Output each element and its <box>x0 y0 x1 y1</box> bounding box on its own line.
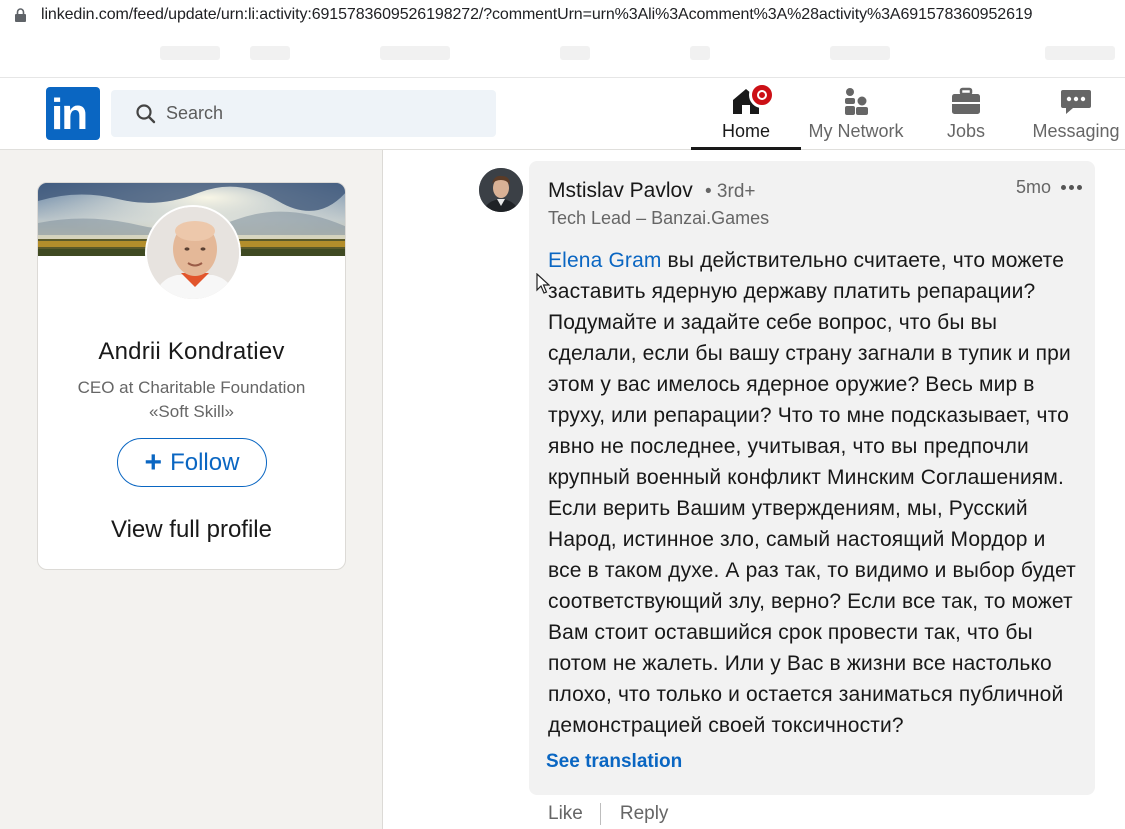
nav-home[interactable]: Home <box>691 78 801 150</box>
nav-home-label: Home <box>721 121 770 141</box>
browser-address-bar[interactable]: linkedin.com/feed/update/urn:li:activity… <box>0 0 1125 32</box>
global-nav: in Home My Network Jobs <box>0 78 1125 150</box>
reply-button[interactable]: Reply <box>620 803 669 825</box>
search-input[interactable] <box>166 90 486 137</box>
follow-button[interactable]: + Follow <box>117 438 267 487</box>
notification-badge <box>749 82 775 108</box>
comment-body: Elena Gram вы действительно считаете, чт… <box>548 245 1078 741</box>
nav-my-network[interactable]: My Network <box>801 78 911 150</box>
nav-messaging[interactable]: Messaging <box>1021 78 1125 150</box>
url-text[interactable]: linkedin.com/feed/update/urn:li:activity… <box>41 6 1033 24</box>
comment-author-avatar[interactable] <box>479 168 523 212</box>
see-translation-link[interactable]: See translation <box>546 751 682 773</box>
profile-avatar[interactable] <box>145 205 241 301</box>
profile-headline: CEO at Charitable Foundation «Soft Skill… <box>77 378 306 421</box>
comment-timestamp: 5mo <box>1016 177 1052 197</box>
connection-degree: • 3rd+ <box>705 181 756 202</box>
messaging-icon <box>1061 90 1091 114</box>
nav-jobs[interactable]: Jobs <box>911 78 1021 150</box>
search-box[interactable] <box>111 90 496 137</box>
comment-actions: Like Reply <box>548 803 668 825</box>
comment-body-text: вы действительно считаете, что можете за… <box>548 249 1076 737</box>
mouse-cursor-icon <box>536 273 550 294</box>
search-icon <box>136 104 156 124</box>
action-divider <box>599 803 601 825</box>
profile-name[interactable]: Andrii Kondratiev <box>38 338 345 366</box>
linkedin-logo[interactable]: in <box>46 87 100 140</box>
bookmarks-bar <box>0 32 1125 78</box>
nav-messaging-label: Messaging <box>1032 121 1120 141</box>
nav-my-network-label: My Network <box>808 121 904 141</box>
people-icon <box>845 88 868 115</box>
profile-card: Andrii Kondratiev CEO at Charitable Foun… <box>37 182 346 570</box>
view-full-profile-link[interactable]: View full profile <box>38 516 345 544</box>
briefcase-icon <box>952 87 980 114</box>
lock-icon <box>15 8 26 22</box>
comment-author-headline: Tech Lead – Banzai.Games <box>548 208 770 228</box>
more-options-icon[interactable] <box>1059 177 1085 197</box>
like-button[interactable]: Like <box>548 803 583 825</box>
mention-link[interactable]: Elena Gram <box>548 249 662 272</box>
comment-author-name[interactable]: Mstislav Pavlov <box>548 179 693 203</box>
follow-button-label: Follow <box>170 448 240 476</box>
nav-jobs-label: Jobs <box>946 121 986 141</box>
plus-icon: + <box>144 445 163 479</box>
